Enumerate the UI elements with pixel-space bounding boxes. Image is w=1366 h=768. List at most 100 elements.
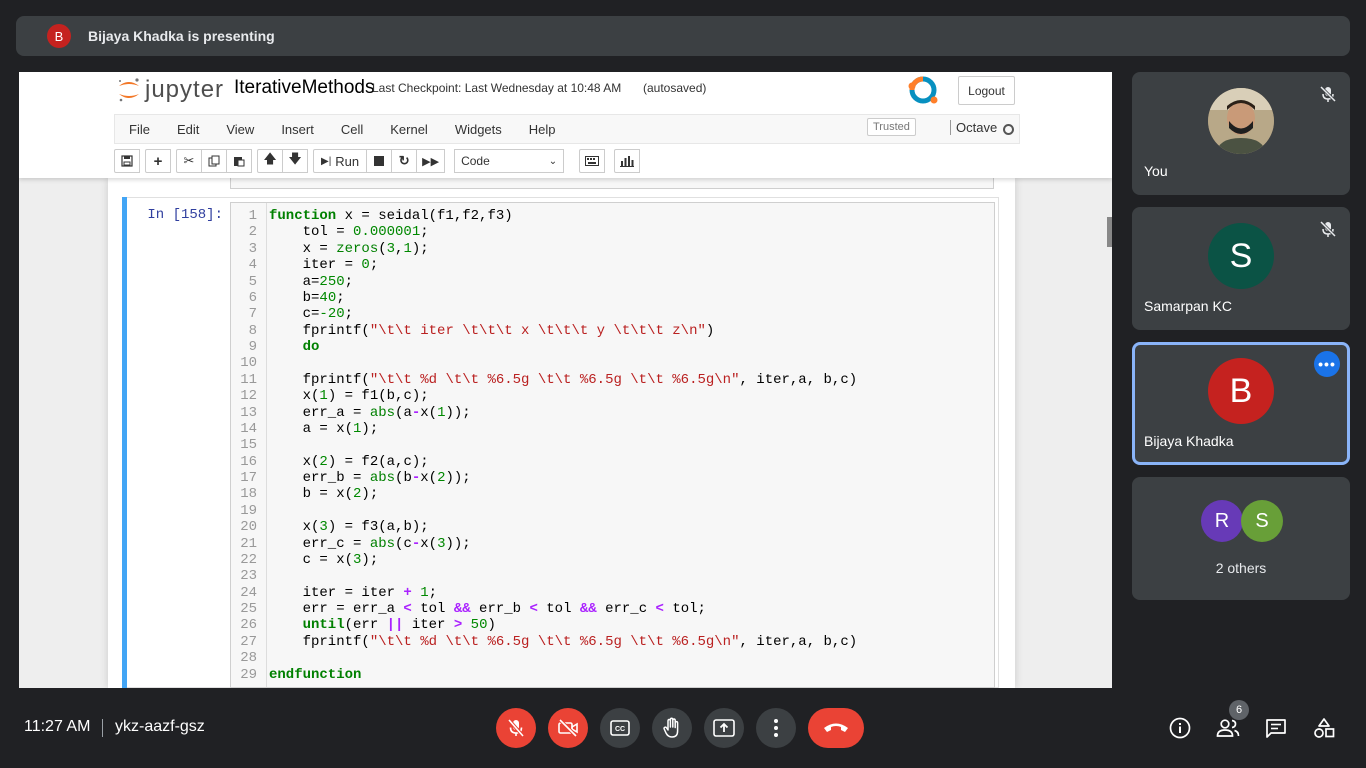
others-tile[interactable]: R S 2 others xyxy=(1132,477,1350,600)
more-options-button[interactable]: ••• xyxy=(1314,351,1340,377)
run-button[interactable]: ▶| Run xyxy=(313,149,368,173)
code-line: 21 err_c = abs(c-x(3)); xyxy=(231,536,994,552)
line-number: 26 xyxy=(240,617,257,634)
raise-hand-button[interactable] xyxy=(652,708,692,748)
code-text: iter = 0; xyxy=(269,257,379,274)
code-token: err_a = xyxy=(269,404,370,421)
meeting-code: ykz-aazf-gsz xyxy=(115,718,205,735)
code-token: x( xyxy=(269,519,320,536)
menu-view[interactable]: View xyxy=(212,122,267,137)
paste-button[interactable] xyxy=(226,149,252,173)
code-token: ) xyxy=(487,617,496,634)
move-up-button[interactable]: 🡅 xyxy=(257,149,283,173)
divider xyxy=(102,719,103,737)
cell-type-select[interactable]: Code ⌄ xyxy=(454,149,565,173)
logout-button[interactable]: Logout xyxy=(958,76,1015,105)
participant-tile-samarpan[interactable]: S Samarpan KC xyxy=(1132,207,1350,330)
notebook-name[interactable]: IterativeMethods xyxy=(234,77,374,99)
code-line: 18 b = x(2); xyxy=(231,486,994,502)
line-number: 27 xyxy=(240,633,257,650)
command-palette-button[interactable] xyxy=(579,149,606,173)
line-number: 28 xyxy=(240,650,257,667)
code-text: err_b = abs(b-x(2)); xyxy=(269,470,471,486)
leave-call-button[interactable] xyxy=(808,708,864,748)
code-editor[interactable]: 1 function x = seidal(f1,f2,f3) 2 tol = 0.… xyxy=(230,202,995,688)
code-line: 16 x(2) = f2(a,c); xyxy=(231,454,994,470)
captions-button[interactable]: CC xyxy=(600,708,640,748)
interrupt-button[interactable] xyxy=(366,149,393,173)
code-token: a= xyxy=(269,273,320,290)
line-number: 16 xyxy=(240,453,257,470)
chart-button[interactable] xyxy=(614,149,641,173)
cell-type-value: Code xyxy=(461,154,490,168)
code-token: && xyxy=(453,601,471,617)
line-number: 3 xyxy=(248,240,257,257)
activities-button[interactable] xyxy=(1312,716,1336,740)
microphone-button[interactable] xyxy=(496,708,536,748)
line-number: 2 xyxy=(248,224,257,241)
code-token: , iter,a, b,c) xyxy=(739,633,858,650)
menu-cell[interactable]: Cell xyxy=(327,122,376,137)
code-token: || xyxy=(386,617,404,634)
code-token: < xyxy=(403,601,412,617)
code-token: ; xyxy=(369,257,379,274)
menu-edit[interactable]: Edit xyxy=(163,122,212,137)
code-line: 5 a=250; xyxy=(231,274,994,290)
kernel-idle-icon xyxy=(1003,124,1014,135)
jupyter-header: jupyter IterativeMethods Last Checkpoint… xyxy=(19,72,1112,178)
code-token: x( xyxy=(269,453,320,470)
line-number: 24 xyxy=(240,584,257,601)
meeting-details-button[interactable] xyxy=(1168,716,1192,740)
code-token: iter = iter xyxy=(269,584,404,601)
save-button[interactable] xyxy=(114,149,140,173)
move-down-button[interactable]: 🡇 xyxy=(282,149,308,173)
restart-run-all-button[interactable]: ▶▶ xyxy=(416,149,446,173)
code-token: 3 xyxy=(386,240,396,257)
cut-button[interactable]: ✂ xyxy=(176,149,202,173)
octave-kernel-logo-icon xyxy=(908,76,938,104)
menu-help[interactable]: Help xyxy=(515,122,569,137)
scrollbar-thumb[interactable] xyxy=(1107,217,1112,247)
line-number: 8 xyxy=(248,322,257,339)
checkpoint-status: Last Checkpoint: Last Wednesday at 10:48… xyxy=(372,81,622,95)
code-text: iter = iter + 1; xyxy=(269,585,437,601)
code-token: 40 xyxy=(319,289,337,306)
code-token: a = x( xyxy=(269,420,354,437)
avatar xyxy=(1208,88,1274,154)
code-text: x(1) = f1(b,c); xyxy=(269,388,429,404)
restart-button[interactable]: ↻ xyxy=(391,149,418,173)
code-token: err_c = xyxy=(269,535,370,552)
code-token: - xyxy=(411,535,421,552)
line-number: 11 xyxy=(240,371,257,388)
closed-captions-icon: CC xyxy=(610,720,630,736)
code-token: ); xyxy=(411,240,429,257)
notebook-toolbar: + ✂ 🡅 🡇 ▶| Run ↻ ▶▶ Code ⌄ xyxy=(114,148,641,174)
camera-button[interactable] xyxy=(548,708,588,748)
code-token: "\t\t %d \t\t %6.5g \t\t %6.5g \t\t %6.5… xyxy=(369,371,740,388)
code-token: b = x( xyxy=(269,486,354,503)
code-line: 23 xyxy=(231,568,994,584)
code-token: ; xyxy=(420,224,429,241)
code-line: 10 xyxy=(231,355,994,371)
insert-cell-button[interactable]: + xyxy=(145,149,171,173)
copy-icon xyxy=(208,155,220,167)
trusted-indicator[interactable]: Trusted xyxy=(867,118,916,136)
user-photo-icon xyxy=(1208,88,1274,154)
menu-insert[interactable]: Insert xyxy=(267,122,327,137)
menu-widgets[interactable]: Widgets xyxy=(441,122,515,137)
code-lines: 1 function x = seidal(f1,f2,f3) 2 tol = 0.… xyxy=(231,208,994,683)
code-line: 20 x(3) = f3(a,b); xyxy=(231,519,994,535)
present-screen-button[interactable] xyxy=(704,708,744,748)
participant-tile-bijaya[interactable]: B ••• Bijaya Khadka xyxy=(1132,342,1350,465)
jupyter-logo[interactable]: jupyter xyxy=(117,76,224,104)
more-options-button[interactable] xyxy=(756,708,796,748)
menu-kernel[interactable]: Kernel xyxy=(376,122,441,137)
chat-button[interactable] xyxy=(1264,716,1288,740)
code-text: b=40; xyxy=(269,290,345,306)
kernel-name[interactable]: Octave xyxy=(950,120,997,135)
code-token: tol; xyxy=(663,601,706,617)
copy-button[interactable] xyxy=(201,149,227,173)
participant-tile-you[interactable]: You xyxy=(1132,72,1350,195)
menu-file[interactable]: File xyxy=(115,122,163,137)
more-horizontal-icon: ••• xyxy=(1318,356,1336,372)
